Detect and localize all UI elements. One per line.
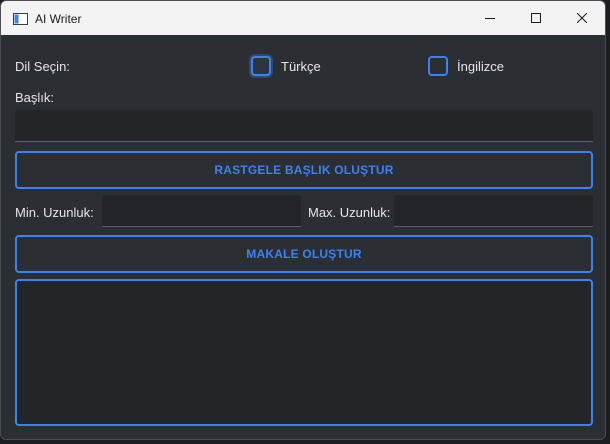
- title-input[interactable]: [15, 110, 593, 142]
- turkish-checkbox[interactable]: [251, 56, 271, 76]
- maximize-icon: [531, 13, 541, 23]
- min-length-input[interactable]: [102, 195, 301, 227]
- app-window: AI Writer Dil Seçin: Türkçe İngilizce Ba…: [0, 0, 606, 440]
- max-length-input[interactable]: [394, 195, 593, 227]
- title-label: Başlık:: [15, 90, 55, 105]
- close-button[interactable]: [559, 1, 605, 35]
- max-length-label: Max. Uzunluk:: [308, 205, 391, 220]
- generate-article-button[interactable]: MAKALE OLUŞTUR: [15, 235, 593, 273]
- english-label[interactable]: İngilizce: [457, 59, 504, 74]
- minimize-icon: [485, 18, 495, 19]
- random-title-button[interactable]: RASTGELE BAŞLIK OLUŞTUR: [15, 151, 593, 189]
- min-length-label: Min. Uzunluk:: [15, 205, 94, 220]
- article-output[interactable]: [15, 279, 593, 426]
- minimize-button[interactable]: [467, 1, 513, 35]
- english-checkbox[interactable]: [428, 56, 448, 76]
- language-label: Dil Seçin:: [15, 59, 70, 74]
- main-content: Dil Seçin: Türkçe İngilizce Başlık: RAST…: [1, 35, 605, 439]
- window-title: AI Writer: [35, 12, 82, 26]
- app-icon: [13, 13, 28, 25]
- close-icon: [577, 13, 587, 23]
- maximize-button[interactable]: [513, 1, 559, 35]
- turkish-label[interactable]: Türkçe: [281, 59, 321, 74]
- title-bar: AI Writer: [1, 1, 605, 35]
